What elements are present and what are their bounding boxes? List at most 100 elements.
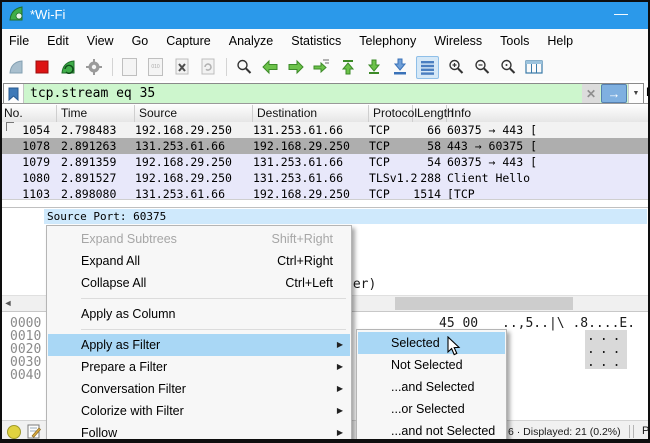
- menu-go[interactable]: Go: [123, 29, 158, 53]
- cell-length: 1514: [403, 186, 441, 200]
- packet-row-1080[interactable]: 1080 2.891527 192.168.29.250 131.253.61.…: [0, 170, 650, 186]
- menu-item-follow[interactable]: Follow ▶: [48, 422, 350, 443]
- menu-edit[interactable]: Edit: [38, 29, 78, 53]
- packet-row-1079[interactable]: 1079 2.891359 192.168.29.250 131.253.61.…: [0, 154, 650, 170]
- zoom-original-icon[interactable]: [498, 58, 517, 77]
- column-time[interactable]: Time: [57, 105, 135, 122]
- filter-clear-icon[interactable]: ✕: [582, 84, 600, 103]
- packet-list-pane: No. Time Source Destination Protocol Len…: [0, 103, 650, 200]
- profile-text: P: [642, 425, 649, 437]
- wireshark-window: *Wi-Fi — File Edit View Go Capture Analy…: [0, 0, 650, 443]
- hex-ascii[interactable]: ...: [585, 356, 627, 369]
- filter-apply-icon[interactable]: →: [601, 84, 627, 103]
- packet-row-1054[interactable]: 1054 2.798483 192.168.29.250 131.253.61.…: [0, 122, 650, 138]
- first-packet-icon[interactable]: [338, 58, 357, 77]
- cell-info: 443 → 60375 [: [447, 138, 537, 154]
- submenu-arrow-icon: ▶: [337, 334, 343, 356]
- stop-capture-icon[interactable]: [32, 58, 51, 77]
- column-source[interactable]: Source: [135, 105, 253, 122]
- expression-button[interactable]: Ex: [646, 87, 650, 99]
- cell-destination: 131.253.61.66: [253, 170, 343, 186]
- menu-item-colorize-with-filter[interactable]: Colorize with Filter ▶: [48, 400, 350, 422]
- zoom-in-icon[interactable]: [446, 58, 465, 77]
- menu-item-conversation-filter[interactable]: Conversation Filter ▶: [48, 378, 350, 400]
- column-destination[interactable]: Destination: [253, 105, 369, 122]
- submenu-item-and-selected[interactable]: ...and Selected: [358, 376, 505, 398]
- column-protocol[interactable]: Protocol: [369, 105, 413, 122]
- menu-item-expand-all[interactable]: Expand All Ctrl+Right: [48, 250, 350, 272]
- cell-length: 66: [403, 122, 441, 138]
- display-filter-input[interactable]: tcp.stream eq 35: [24, 84, 582, 103]
- submenu-item-or-selected[interactable]: ...or Selected: [358, 398, 505, 420]
- menu-item-apply-as-filter[interactable]: Apply as Filter ▶: [48, 334, 350, 356]
- auto-scroll-icon[interactable]: [390, 58, 409, 77]
- menu-item-apply-as-column[interactable]: Apply as Column: [48, 303, 350, 325]
- packet-row-1078-selected[interactable]: 1078 2.891263 131.253.61.66 192.168.29.2…: [0, 138, 650, 154]
- apply-as-filter-submenu: Selected Not Selected ...and Selected ..…: [356, 329, 507, 443]
- submenu-item-and-not-selected[interactable]: ...and not Selected: [358, 420, 505, 442]
- menu-analyze[interactable]: Analyze: [220, 29, 282, 53]
- scrollbar-thumb[interactable]: [395, 297, 573, 310]
- submenu-item-selected[interactable]: Selected: [358, 332, 505, 354]
- submenu-item-not-selected[interactable]: Not Selected: [358, 354, 505, 376]
- menu-help[interactable]: Help: [538, 29, 582, 53]
- cell-source: 131.253.61.66: [135, 138, 225, 154]
- cell-length: 54: [403, 154, 441, 170]
- close-capture-file-icon[interactable]: [172, 58, 191, 77]
- context-menu: Expand Subtrees Shift+Right Expand All C…: [46, 225, 352, 443]
- expert-info-icon[interactable]: [7, 425, 21, 439]
- find-packet-icon[interactable]: [234, 58, 253, 77]
- cell-time: 2.798483: [61, 122, 116, 138]
- restart-capture-icon[interactable]: [58, 58, 77, 77]
- open-capture-file-icon[interactable]: [120, 58, 139, 77]
- scroll-left-icon[interactable]: ◄: [0, 296, 16, 311]
- menu-statistics[interactable]: Statistics: [282, 29, 350, 53]
- capture-file-properties-icon[interactable]: [27, 424, 41, 443]
- cell-no: 1078: [0, 138, 50, 154]
- cell-info: Client Hello: [447, 170, 530, 186]
- next-packet-icon[interactable]: [286, 58, 305, 77]
- packet-row-partial[interactable]: 1103 2.898080 131.253.61.66 192.168.29.2…: [0, 186, 650, 200]
- reload-capture-file-icon[interactable]: [198, 58, 217, 77]
- cell-no: 1103: [0, 186, 50, 200]
- cell-no: 1079: [0, 154, 50, 170]
- menu-wireless[interactable]: Wireless: [425, 29, 491, 53]
- capture-options-icon[interactable]: [84, 58, 103, 77]
- menu-view[interactable]: View: [78, 29, 123, 53]
- previous-packet-icon[interactable]: [260, 58, 279, 77]
- cell-length: 58: [403, 138, 441, 154]
- cell-protocol: TCP: [369, 138, 390, 154]
- save-capture-file-icon[interactable]: 010: [146, 58, 165, 77]
- last-packet-icon[interactable]: [364, 58, 383, 77]
- menu-item-collapse-all[interactable]: Collapse All Ctrl+Left: [48, 272, 350, 294]
- colorize-packets-icon[interactable]: [416, 56, 439, 79]
- resize-columns-icon[interactable]: [524, 58, 543, 77]
- menu-capture[interactable]: Capture: [157, 29, 219, 53]
- cell-destination: 131.253.61.66: [253, 122, 343, 138]
- go-to-packet-icon[interactable]: [312, 58, 331, 77]
- menu-tools[interactable]: Tools: [491, 29, 538, 53]
- menu-file[interactable]: File: [0, 29, 38, 53]
- cell-protocol: TCP: [369, 122, 390, 138]
- zoom-out-icon[interactable]: [472, 58, 491, 77]
- toolbar-separator: [112, 58, 113, 76]
- window-title: *Wi-Fi: [30, 7, 65, 22]
- column-info[interactable]: Info: [447, 105, 650, 122]
- wireshark-app-icon: [8, 5, 25, 28]
- column-length[interactable]: Length: [413, 105, 447, 122]
- filter-dropdown-icon[interactable]: ▼: [628, 84, 643, 103]
- cell-protocol: TCP: [369, 154, 390, 170]
- start-capture-icon[interactable]: [6, 58, 25, 77]
- filter-bookmark-icon[interactable]: [4, 84, 24, 103]
- submenu-arrow-icon: ▶: [337, 378, 343, 400]
- selected-field-source-port[interactable]: Source Port: 60375: [44, 209, 647, 224]
- cell-info: [TCP: [447, 186, 475, 200]
- minimize-button[interactable]: —: [604, 3, 638, 25]
- column-no[interactable]: No.: [0, 105, 57, 122]
- menu-telephony[interactable]: Telephony: [350, 29, 425, 53]
- menu-item-prepare-a-filter[interactable]: Prepare a Filter ▶: [48, 356, 350, 378]
- submenu-arrow-icon: ▶: [337, 400, 343, 422]
- statusbar-separator: [629, 425, 634, 438]
- toolbar-separator: [226, 58, 227, 76]
- cell-length: 288: [403, 170, 441, 186]
